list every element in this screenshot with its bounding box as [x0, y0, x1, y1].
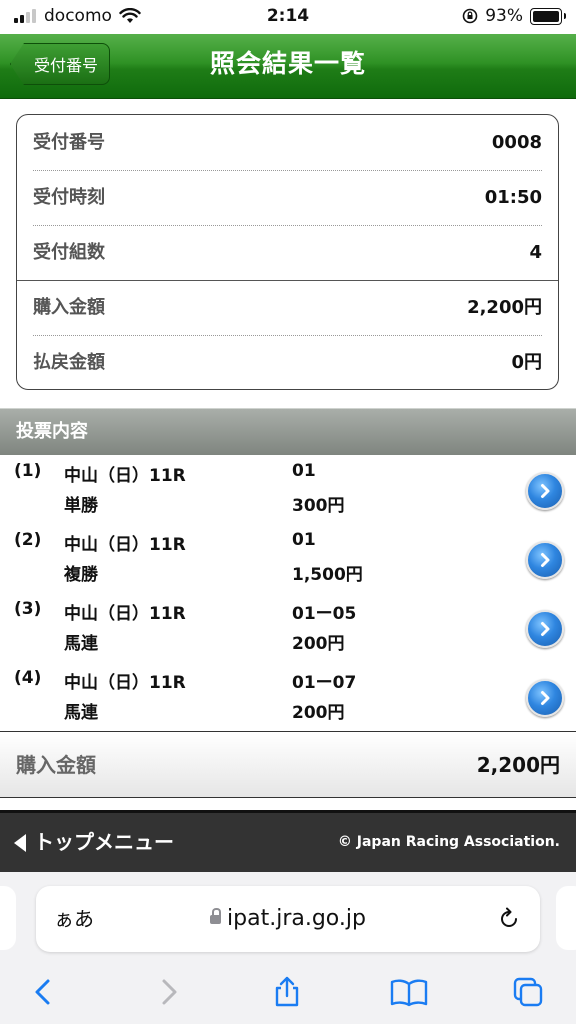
bet-number: (4): [14, 668, 42, 688]
orientation-lock-icon: [462, 8, 478, 24]
lock-icon: [210, 908, 222, 924]
bet-type: 複勝: [64, 565, 98, 585]
previous-tab[interactable]: [0, 886, 16, 950]
bet-amount: 300円: [292, 496, 345, 516]
status-right: 93%: [462, 6, 566, 26]
reload-icon[interactable]: [496, 906, 522, 932]
summary-value: 4: [529, 242, 542, 263]
url-text: ipat.jra.go.jp: [227, 906, 366, 931]
summary-label: 払戻金額: [33, 352, 105, 373]
total-label: 購入金額: [16, 753, 96, 777]
battery-percent: 93%: [485, 6, 523, 26]
status-bar: docomo 2:14 93%: [0, 0, 576, 34]
top-menu-link[interactable]: トップメニュー: [14, 813, 174, 872]
bet-race: 中山（日）11R: [64, 466, 186, 486]
section-header: 投票内容: [0, 408, 576, 456]
back-button[interactable]: 受付番号: [10, 43, 110, 85]
bet-number: (2): [14, 530, 42, 550]
triangle-left-icon: [14, 833, 26, 852]
bet-type: 馬連: [64, 703, 98, 723]
summary-row-purchase-amount: 購入金額 2,200円: [17, 280, 558, 335]
bet-row[interactable]: (2) 中山（日）11R 複勝 01 1,500円: [0, 524, 576, 594]
url-display[interactable]: ipat.jra.go.jp: [36, 886, 540, 952]
top-menu-label: トップメニュー: [34, 830, 174, 854]
forward-icon[interactable]: [152, 976, 184, 1008]
bet-number: (3): [14, 599, 42, 619]
tabs-icon[interactable]: [512, 976, 544, 1008]
bet-type: 単勝: [64, 496, 98, 516]
bet-row[interactable]: (4) 中山（日）11R 馬連 01ー07 200円: [0, 662, 576, 732]
battery-icon: [530, 7, 566, 25]
bet-race: 中山（日）11R: [64, 604, 186, 624]
summary-row-set-count: 受付組数 4: [17, 225, 558, 280]
address-bar[interactable]: ぁあ ipat.jra.go.jp: [36, 886, 540, 952]
summary-row-payout-amount: 払戻金額 0円: [17, 335, 558, 389]
bet-row[interactable]: (3) 中山（日）11R 馬連 01ー05 200円: [0, 593, 576, 663]
bet-amount: 1,500円: [292, 565, 363, 585]
browser-chrome: ぁあ ipat.jra.go.jp: [0, 872, 576, 1024]
chevron-right-icon[interactable]: [526, 679, 564, 717]
section-title: 投票内容: [16, 421, 88, 442]
app-header: 受付番号 照会結果一覧: [0, 34, 576, 99]
chevron-right-icon[interactable]: [526, 610, 564, 648]
summary-card: 受付番号 0008 受付時刻 01:50 受付組数 4 購入金額 2,200円 …: [16, 114, 559, 390]
summary-label: 購入金額: [33, 297, 105, 318]
bet-amount: 200円: [292, 634, 345, 654]
bet-race: 中山（日）11R: [64, 673, 186, 693]
page-title: 照会結果一覧: [209, 49, 366, 78]
bet-amount: 200円: [292, 703, 345, 723]
summary-value: 0008: [491, 132, 542, 153]
summary-value: 2,200円: [467, 297, 542, 318]
next-tab[interactable]: [556, 886, 576, 950]
bet-combination: 01: [292, 530, 316, 550]
chevron-right-icon[interactable]: [526, 472, 564, 510]
footer: トップメニュー © Japan Racing Association.: [0, 810, 576, 872]
summary-value: 0円: [511, 352, 542, 373]
summary-row-receipt-number: 受付番号 0008: [17, 115, 558, 170]
summary-value: 01:50: [484, 187, 542, 208]
bet-combination: 01ー05: [292, 604, 357, 624]
total-row: 購入金額 2,200円: [0, 733, 576, 798]
back-icon[interactable]: [28, 976, 60, 1008]
chevron-right-icon[interactable]: [526, 541, 564, 579]
bet-number: (1): [14, 461, 42, 481]
summary-label: 受付組数: [33, 242, 105, 263]
summary-row-receipt-time: 受付時刻 01:50: [17, 170, 558, 225]
total-value: 2,200円: [476, 753, 560, 777]
bet-combination: 01ー07: [292, 673, 357, 693]
summary-label: 受付番号: [33, 132, 105, 153]
bet-row[interactable]: (1) 中山（日）11R 単勝 01 300円: [0, 455, 576, 525]
bet-race: 中山（日）11R: [64, 535, 186, 555]
bookmarks-icon[interactable]: [390, 976, 428, 1008]
copyright: © Japan Racing Association.: [337, 834, 560, 850]
share-icon[interactable]: [271, 976, 303, 1008]
summary-label: 受付時刻: [33, 187, 105, 208]
bet-combination: 01: [292, 461, 316, 481]
bet-type: 馬連: [64, 634, 98, 654]
